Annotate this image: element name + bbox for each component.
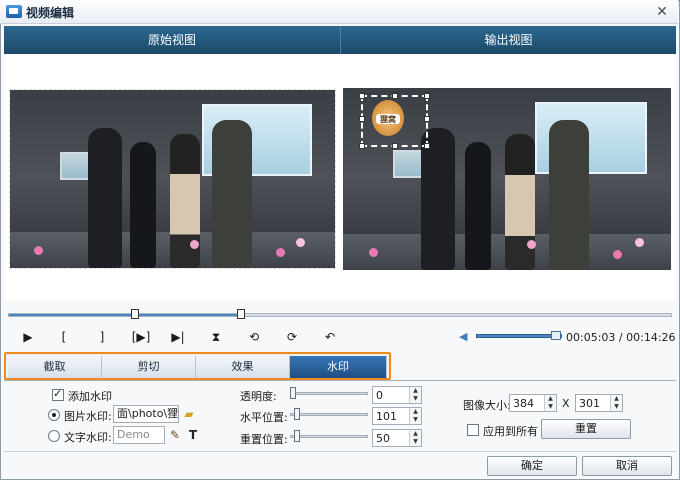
tab-crop[interactable]: 剪切 [102, 356, 196, 378]
v-position-label: 重置位置: [240, 433, 288, 446]
h-position-spinbox[interactable]: 101 ▲ ▼ [372, 407, 422, 425]
height-spinbox[interactable]: 301 ▲ ▼ [575, 394, 623, 412]
footer-divider [4, 451, 676, 452]
time-separator: / [618, 331, 623, 344]
ok-button[interactable]: 确定 [487, 456, 577, 476]
video-app-icon [6, 5, 22, 18]
total-time: 00:14:26 [626, 331, 676, 344]
timeline-selection [9, 314, 241, 316]
tab-effects[interactable]: 效果 [196, 356, 290, 378]
h-position-label: 水平位置: [240, 411, 288, 424]
mark-in-button[interactable]: [ [54, 328, 74, 346]
v-position-spinbox[interactable]: 50 ▲ ▼ [372, 429, 422, 447]
watermark-logo-text: 狸窝 [380, 115, 396, 124]
image-watermark-label: 图片水印: [64, 410, 112, 423]
next-frame-button[interactable]: [▶] [128, 328, 154, 346]
split-icon[interactable]: ⧗ [206, 328, 226, 346]
opacity-slider[interactable] [290, 392, 368, 395]
h-position-slider[interactable] [290, 413, 368, 416]
volume-icon[interactable]: ◀ [459, 330, 471, 343]
rotate-right-icon[interactable]: ⟳ [282, 328, 302, 346]
cancel-button[interactable]: 取消 [582, 456, 672, 476]
to-end-button[interactable]: ▶| [168, 328, 188, 346]
current-time: 00:05:03 [566, 331, 616, 344]
text-watermark-input[interactable]: Demo [113, 426, 165, 444]
rotate-left-icon[interactable]: ⟲ [244, 328, 264, 346]
spin-arrows-icon[interactable]: ▲ ▼ [409, 387, 421, 403]
reset-button[interactable]: 重置 [541, 419, 631, 439]
text-watermark-label: 文字水印: [64, 431, 112, 444]
spin-arrows-icon[interactable]: ▲ ▼ [409, 408, 421, 424]
tab-trim[interactable]: 截取 [8, 356, 102, 378]
mark-out-handle[interactable] [237, 309, 245, 319]
title-bar [0, 0, 678, 24]
opacity-value: 0 [376, 389, 383, 402]
spin-arrows-icon[interactable]: ▲ ▼ [610, 395, 622, 411]
image-size-label: 图像大小: [463, 399, 511, 412]
time-display: 00:05:03 / 00:14:26 [566, 331, 676, 344]
add-watermark-label: 添加水印 [68, 390, 112, 403]
undo-icon[interactable]: ↶ [320, 328, 340, 346]
original-view-header: 原始视图 [4, 26, 340, 54]
apply-all-checkbox[interactable] [467, 424, 479, 436]
width-spinbox[interactable]: 384 ▲ ▼ [509, 394, 557, 412]
folder-icon[interactable]: ▰ [181, 406, 197, 422]
mark-in-handle[interactable] [131, 309, 139, 319]
image-watermark-radio[interactable] [48, 409, 60, 421]
spin-arrows-icon[interactable]: ▲ ▼ [544, 395, 556, 411]
tab-divider [4, 380, 676, 381]
volume-slider[interactable] [476, 334, 562, 338]
output-view-header: 输出视图 [340, 26, 676, 54]
width-value: 384 [513, 397, 534, 410]
pen-icon[interactable]: ✎ [167, 427, 183, 443]
mark-out-button[interactable]: ] [92, 328, 112, 346]
spin-arrows-icon[interactable]: ▲ ▼ [409, 430, 421, 446]
image-path-field[interactable]: 面\photo\狸窝 [113, 405, 179, 423]
apply-all-label: 应用到所有 [483, 425, 538, 438]
h-position-thumb[interactable] [294, 408, 300, 420]
text-watermark-radio[interactable] [48, 430, 60, 442]
original-video-frame[interactable] [9, 89, 336, 269]
close-button[interactable]: ✕ [652, 2, 672, 22]
v-position-value: 50 [376, 432, 390, 445]
window-title: 视频编辑 [26, 6, 75, 20]
v-position-thumb[interactable] [294, 430, 300, 442]
opacity-label: 透明度: [240, 390, 277, 403]
tab-watermark[interactable]: 水印 [290, 356, 387, 378]
opacity-spinbox[interactable]: 0 ▲ ▼ [372, 386, 422, 404]
opacity-thumb[interactable] [290, 387, 296, 399]
text-format-icon[interactable]: T [185, 427, 201, 443]
play-button[interactable]: ▶ [18, 328, 38, 346]
v-position-slider[interactable] [290, 435, 368, 438]
size-separator: X [562, 397, 570, 410]
add-watermark-checkbox[interactable] [52, 387, 64, 401]
h-position-value: 101 [376, 410, 397, 423]
volume-thumb[interactable] [551, 331, 561, 340]
height-value: 301 [579, 397, 600, 410]
